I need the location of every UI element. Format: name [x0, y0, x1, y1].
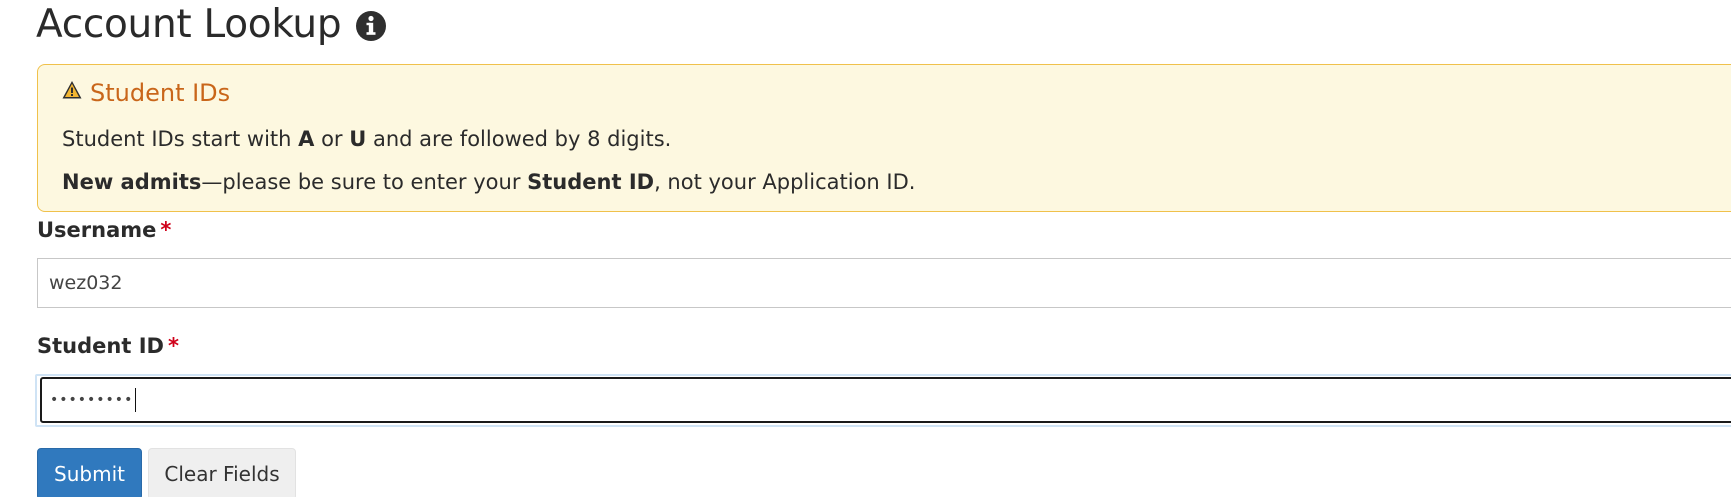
alert-bold-a: A [298, 127, 315, 151]
required-mark: * [167, 334, 179, 358]
clear-fields-button[interactable]: Clear Fields [148, 448, 296, 497]
student-id-label-text: Student ID [37, 334, 164, 358]
alert-text: —please be sure to enter your [201, 170, 528, 194]
alert-bold-u: U [349, 127, 367, 151]
student-id-label: Student ID * [37, 334, 179, 358]
student-id-masked-value: ••••••••• [50, 392, 134, 408]
student-id-alert: Student IDs Student IDs start with A or … [37, 64, 1731, 212]
text-caret [135, 388, 137, 412]
alert-text: Student IDs start with [62, 127, 299, 151]
alert-title: Student IDs [90, 79, 231, 107]
alert-header: Student IDs [62, 77, 230, 109]
alert-text: , not your Application ID. [654, 170, 916, 194]
alert-line-id-format: Student IDs start with A or U and are fo… [62, 127, 671, 151]
alert-line-new-admits: New admits—please be sure to enter your … [62, 170, 915, 194]
page-title: Account Lookup [36, 2, 342, 47]
warning-triangle-icon [62, 80, 82, 100]
alert-bold-new-admits: New admits [62, 170, 202, 194]
required-mark: * [160, 218, 172, 242]
student-id-input[interactable]: ••••••••• [40, 377, 1731, 423]
username-value: wez032 [49, 272, 123, 294]
alert-bold-student-id: Student ID [527, 170, 655, 194]
alert-text: and are followed by 8 digits. [366, 127, 672, 151]
submit-button[interactable]: Submit [37, 448, 142, 497]
account-lookup-page: Account Lookup Student IDs Student IDs s… [0, 0, 1731, 497]
alert-text: or [314, 127, 350, 151]
username-label: Username * [37, 218, 171, 242]
username-input[interactable]: wez032 [37, 258, 1731, 308]
username-label-text: Username [37, 218, 157, 242]
info-circle-icon[interactable] [355, 10, 387, 42]
title-row: Account Lookup [36, 0, 387, 50]
